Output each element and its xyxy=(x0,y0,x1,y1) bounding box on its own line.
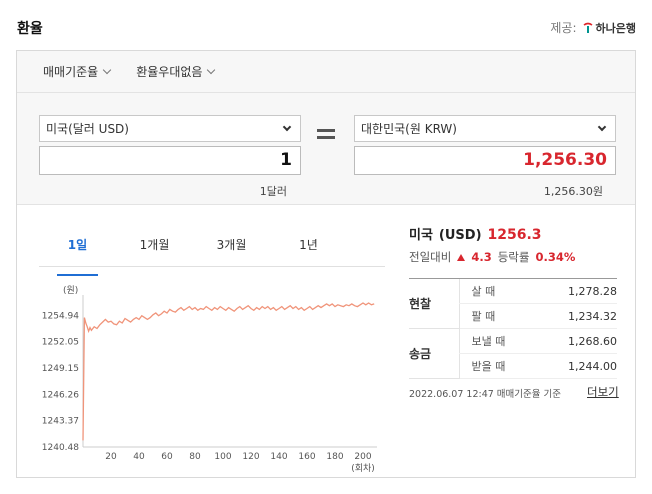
currency-country: 미국 xyxy=(409,228,433,243)
y-tick-label: 1240.48 xyxy=(42,443,79,453)
to-amount-input[interactable]: 1,256.30 xyxy=(354,146,616,175)
to-currency-select[interactable]: 대한민국(원 KRW) xyxy=(354,115,616,142)
provider-name: 하나은행 xyxy=(595,21,636,35)
receive-label: 받을 때 xyxy=(458,353,536,379)
y-axis-label: (원) xyxy=(63,285,78,296)
x-tick-label: 120 xyxy=(242,452,259,462)
current-rate: 1256.3 xyxy=(487,227,542,243)
tab-1year[interactable]: 1년 xyxy=(270,233,347,266)
y-tick-label: 1254.94 xyxy=(42,311,79,321)
from-currency-select[interactable]: 미국(달러 USD) xyxy=(39,115,301,142)
buy-label: 살 때 xyxy=(458,278,536,304)
basis-label: 매매기준율 xyxy=(43,65,99,79)
x-axis-label: (회차) xyxy=(351,462,375,474)
currency-code: (USD) xyxy=(438,228,482,243)
x-tick-label: 140 xyxy=(270,452,287,462)
from-unit-text: 1달러 xyxy=(259,185,287,198)
rate-table: 현찰 살 때 1,278.28 팔 때 1,234.32 송금 보낼 때 1,2… xyxy=(409,278,617,379)
x-tick-label: 180 xyxy=(326,452,343,462)
tab-3months[interactable]: 3개월 xyxy=(193,233,270,266)
transfer-label: 송금 xyxy=(409,328,459,379)
provider-info: 제공: 하나은행 xyxy=(550,19,636,36)
y-tick-label: 1249.15 xyxy=(42,364,79,374)
x-tick-label: 100 xyxy=(214,452,231,462)
pct-value: 0.34% xyxy=(535,250,576,264)
chevron-down-icon xyxy=(282,122,292,132)
series-line xyxy=(82,302,375,441)
pct-label: 등락률 xyxy=(497,250,530,264)
receive-value: 1,244.00 xyxy=(535,353,617,379)
x-tick-label: 60 xyxy=(161,452,173,462)
chevron-down-icon xyxy=(207,65,216,74)
hana-bank-logo[interactable]: 하나은행 xyxy=(583,20,636,36)
x-tick-label: 200 xyxy=(354,452,371,462)
change-row: 전일대비 4.3 등락률 0.34% xyxy=(409,249,575,265)
chevron-down-icon xyxy=(597,122,607,132)
hana-bank-logo-icon xyxy=(583,22,592,33)
cash-label: 현찰 xyxy=(409,278,459,329)
x-tick-label: 40 xyxy=(133,452,145,462)
sell-value: 1,234.32 xyxy=(535,303,617,329)
currency-heading: 미국 (USD) 1256.3 xyxy=(409,224,542,243)
more-link[interactable]: 더보기 xyxy=(587,384,619,400)
send-label: 보낼 때 xyxy=(458,328,536,354)
chevron-down-icon xyxy=(102,65,112,74)
prev-day-label: 전일대비 xyxy=(409,250,452,264)
x-tick-label: 20 xyxy=(105,452,117,462)
buy-value: 1,278.28 xyxy=(535,278,617,304)
to-currency-label: 대한민국(원 KRW) xyxy=(361,122,457,136)
to-unit-text: 1,256.30원 xyxy=(543,185,603,198)
widget-title: 환율 xyxy=(17,21,43,37)
provider-label: 제공: xyxy=(550,21,577,35)
exchange-panel: 매매기준율 환율우대없음 미국(달러 USD) 1 1달러 대한민국(원 KRW… xyxy=(16,50,636,478)
change-value: 4.3 xyxy=(471,250,492,264)
table-row: 현찰 살 때 1,278.28 xyxy=(409,278,617,329)
sell-label: 팔 때 xyxy=(458,303,536,329)
up-arrow-icon xyxy=(457,253,466,261)
y-tick-label: 1243.37 xyxy=(42,417,79,427)
tab-1day[interactable]: 1일 xyxy=(39,233,116,276)
exchange-rate-chart: (원) 1240.48 1243.37 1246.26 1249.15 1252.05 12… xyxy=(42,285,377,474)
table-row: 송금 보낼 때 1,268.60 xyxy=(409,328,617,379)
timestamp-note: 2022.06.07 12:47 매매기준율 기준 xyxy=(409,389,562,400)
basis-dropdown[interactable]: 매매기준율 xyxy=(43,63,112,80)
from-amount-input[interactable]: 1 xyxy=(39,146,301,175)
y-tick-label: 1246.26 xyxy=(42,390,79,400)
converter: 미국(달러 USD) 1 1달러 대한민국(원 KRW) 1,256.30 1,… xyxy=(17,93,635,205)
send-value: 1,268.60 xyxy=(535,328,617,354)
period-tabs: 1일 1개월 3개월 1년 xyxy=(39,233,385,276)
options-bar: 매매기준율 환율우대없음 xyxy=(17,51,635,93)
preference-dropdown[interactable]: 환율우대없음 xyxy=(136,63,216,80)
tab-1month[interactable]: 1개월 xyxy=(116,233,193,266)
x-tick-label: 80 xyxy=(189,452,201,462)
x-tick-label: 160 xyxy=(298,452,315,462)
preference-label: 환율우대없음 xyxy=(136,65,203,79)
from-currency-label: 미국(달러 USD) xyxy=(46,122,129,136)
equals-icon xyxy=(317,129,335,141)
y-tick-label: 1252.05 xyxy=(42,338,79,348)
